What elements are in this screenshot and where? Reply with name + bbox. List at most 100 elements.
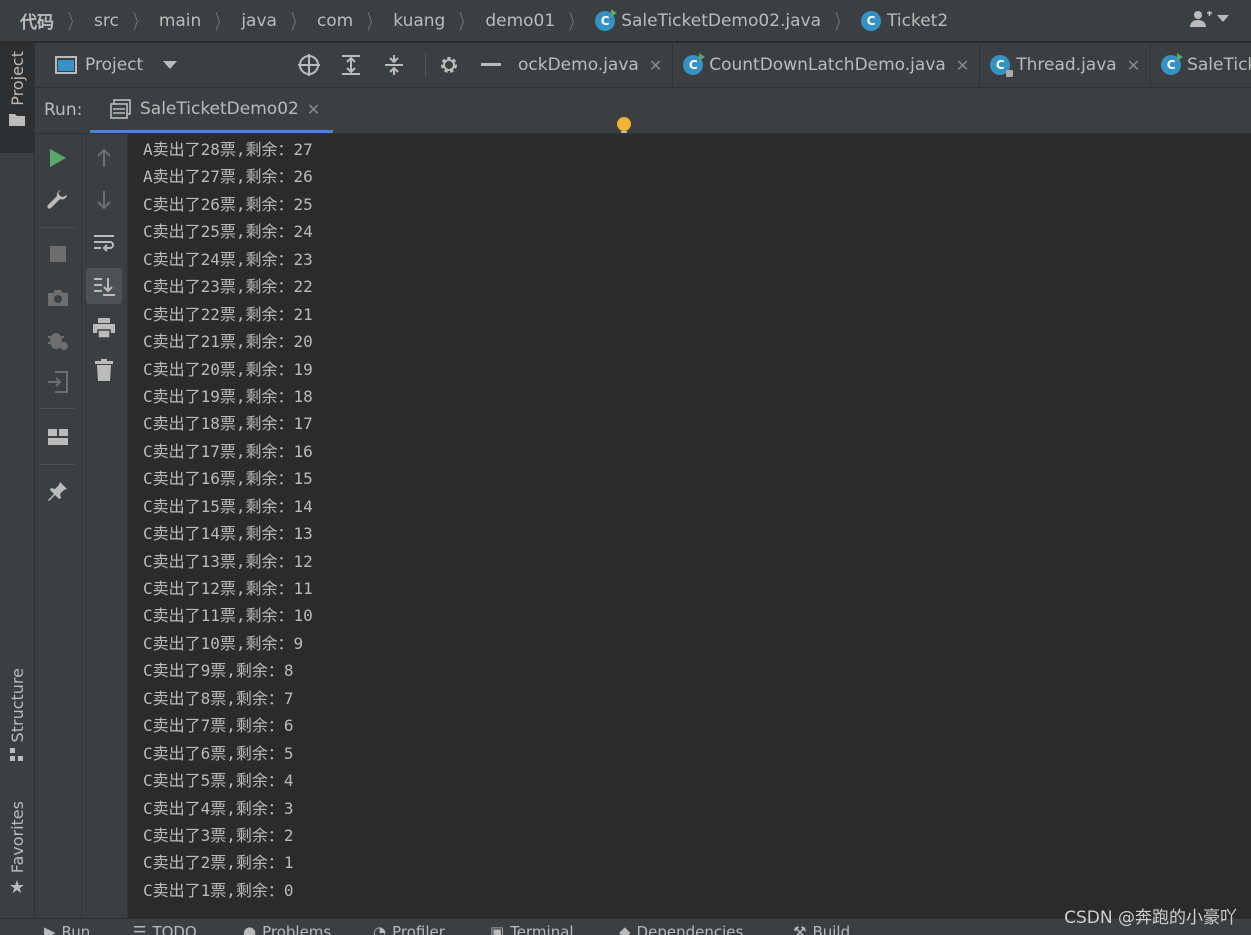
project-view-label: Project [85,55,144,75]
bottom-tab-build[interactable]: ⚒ Build [793,923,850,935]
console-line: A卖出了27票,剩余：26 [143,167,313,187]
target-icon [298,54,320,76]
console-line: C卖出了8票,剩余：7 [143,688,294,708]
structure-tab-label: Structure [7,668,27,743]
structure-tool-tab[interactable]: Structure [0,668,34,762]
rerun-button[interactable] [42,142,74,174]
expand-all-icon [342,55,360,75]
console-lines: A卖出了28票,剩余：27 A卖出了27票,剩余：26 C卖出了26票,剩余：25 C… [143,136,313,904]
tab-lockdemo[interactable]: ockDemo.java ✕ [513,43,674,87]
project-tool-tab[interactable]: Project [0,43,34,153]
edit-configuration-button[interactable] [42,184,74,216]
bottom-tab-dependencies[interactable]: ◆ Dependencies [619,923,743,935]
breadcrumb-kuang[interactable]: kuang [393,11,445,31]
layout-icon [48,429,68,445]
editor-tabs: ockDemo.java ✕ C CountDownLatchDemo.java… [513,43,1251,88]
arrow-down-icon [97,191,111,210]
console-line: C卖出了19票,剩余：18 [143,386,313,406]
close-icon[interactable]: ✕ [956,56,969,75]
divider [41,408,75,409]
breadcrumb-main[interactable]: main [159,11,201,31]
list-icon: ☰ [133,923,147,935]
collapse-all-icon [385,55,403,75]
soft-wrap-button[interactable] [88,227,120,259]
breadcrumb-separator: 〉 [132,10,145,34]
watermark: CSDN @奔跑的小豪吖 [1064,908,1237,928]
settings-debug-button[interactable] [42,324,74,356]
settings-button[interactable] [438,43,460,87]
close-icon[interactable]: ✕ [307,100,320,119]
breadcrumb-separator: 〉 [835,10,848,34]
breadcrumb-separator: 〉 [367,10,380,34]
tab-thread[interactable]: C Thread.java ✕ [980,43,1152,87]
dependencies-icon: ◆ [619,923,631,935]
run-actions-strip [35,134,82,918]
user-menu[interactable] [1189,10,1229,28]
collapse-all-button[interactable] [383,43,405,87]
breadcrumb-demo01[interactable]: demo01 [485,11,555,31]
breadcrumb-class[interactable]: Ticket2 [887,11,948,31]
down-stack-button[interactable] [88,184,120,216]
console-line: C卖出了18票,剩余：17 [143,414,313,434]
navigation-bar: 代码 〉 src 〉 main 〉 java 〉 com 〉 kuang 〉 d… [0,0,1251,42]
stop-icon [50,246,66,262]
console-line: C卖出了26票,剩余：25 [143,194,313,214]
camera-icon [48,290,68,306]
divider [41,227,75,228]
console-output[interactable]: A卖出了28票,剩余：27 A卖出了27票,剩余：26 C卖出了26票,剩余：25 C… [128,134,1251,918]
console-line: C卖出了5票,剩余：4 [143,771,294,791]
tab-label: CountDownLatchDemo.java [709,55,946,75]
divider [41,464,75,465]
play-icon: ▶ [44,923,56,935]
tab-label: SaleTicket [1187,55,1251,75]
tab-saleticket[interactable]: C SaleTicket [1151,43,1251,87]
user-icon [1190,11,1212,27]
bottom-tab-todo[interactable]: ☰ TODO [133,923,197,935]
stop-button[interactable] [42,238,74,270]
play-icon [50,149,66,167]
close-icon[interactable]: ✕ [649,56,662,75]
console-line: C卖出了16票,剩余：15 [143,469,313,489]
scroll-to-end-button[interactable] [86,268,122,304]
bottom-tab-label: Dependencies [636,923,744,935]
run-label: Run: [44,100,83,120]
tab-countdownlatchdemo[interactable]: C CountDownLatchDemo.java ✕ [673,43,981,87]
console-line: C卖出了15票,剩余：14 [143,496,313,516]
breadcrumb-project[interactable]: 代码 [20,8,54,33]
clear-all-button[interactable] [88,354,120,386]
run-panel-header: Run: SaleTicketDemo02 ✕ [35,88,1251,134]
bottom-tab-label: Build [812,923,851,935]
close-icon[interactable]: ✕ [1127,56,1140,75]
breadcrumb-separator: 〉 [290,10,303,34]
print-button[interactable] [88,312,120,344]
breadcrumb-java[interactable]: java [241,11,277,31]
hide-button[interactable] [481,43,501,87]
layout-button[interactable] [42,421,74,453]
scroll-to-end-icon [94,278,115,296]
project-view-selector[interactable]: Project [55,43,178,87]
java-class-icon: C [595,8,618,31]
exit-button[interactable] [42,366,74,398]
bottom-tab-run[interactable]: ▶ Run [44,923,90,935]
bottom-tab-terminal[interactable]: ▣ Terminal [490,923,574,935]
pin-tab-button[interactable] [42,475,74,507]
locate-file-button[interactable] [297,43,321,87]
tab-label: Thread.java [1016,55,1117,75]
breadcrumb-src[interactable]: src [94,11,119,31]
breadcrumb-file[interactable]: SaleTicketDemo02.java [621,11,821,31]
console-line: C卖出了4票,剩余：3 [143,798,294,818]
expand-all-button[interactable] [340,43,362,87]
project-toolbar: Project [35,43,513,88]
project-window-icon [55,56,77,74]
up-stack-button[interactable] [88,142,120,174]
console-line: C卖出了25票,剩余：24 [143,222,313,242]
bottom-tab-profiler[interactable]: ◔ Profiler [373,923,445,935]
dump-threads-button[interactable] [42,282,74,314]
bottom-tab-problems[interactable]: ● Problems [243,923,331,935]
bottom-tab-label: TODO [152,923,197,935]
trash-icon [95,359,113,381]
breadcrumb-com[interactable]: com [317,11,353,31]
console-line: C卖出了2票,剩余：1 [143,853,294,873]
run-tab[interactable]: SaleTicketDemo02 ✕ [90,88,333,133]
favorites-tool-tab[interactable]: Favorites ★ [0,801,34,898]
